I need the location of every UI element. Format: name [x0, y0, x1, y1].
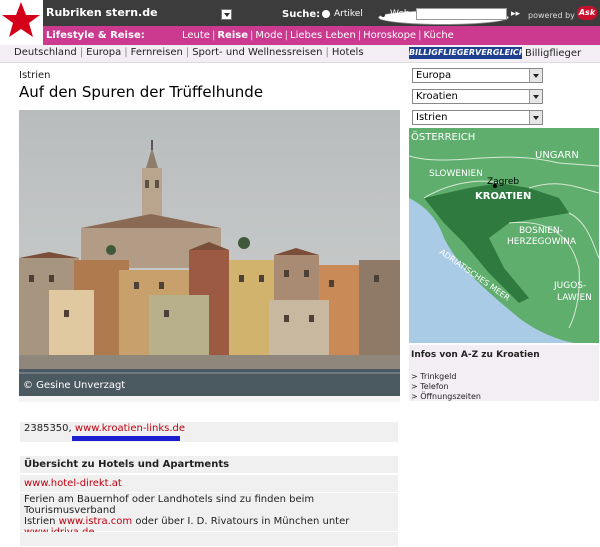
search-label: Suche: [282, 9, 321, 20]
section-nav-title: Lifestyle & Reise: [46, 30, 145, 41]
chevron-down-icon [529, 111, 542, 124]
stern-logo[interactable] [0, 0, 43, 42]
link-highlight-bar [72, 436, 180, 441]
istra-link[interactable]: www.istra.com [59, 516, 132, 527]
hotel-direkt-row: www.hotel-direkt.at [20, 475, 398, 492]
search-go-button[interactable]: ▸▸ [511, 9, 520, 19]
hotel-direkt-link[interactable]: www.hotel-direkt.at [24, 478, 122, 489]
nav-item-mode[interactable]: Mode [255, 30, 282, 41]
subnav-item-europa[interactable]: Europa [86, 47, 121, 58]
search-option-artikel-radio[interactable] [322, 10, 330, 18]
search-option-artikel-label: Artikel [334, 9, 363, 19]
photo-caption-strip [19, 396, 400, 402]
country-select[interactable]: Kroatien [412, 89, 543, 104]
article-title: Auf den Spuren der Trüffelhunde [19, 83, 264, 101]
ferien-text-part1: Ferien am Bauernhof oder Landhotels sind… [24, 494, 315, 516]
ferien-text-istrien: Istrien [24, 516, 56, 527]
nav-item-horoskope[interactable]: Horoskope [363, 30, 416, 41]
map-label-kroatien: KROATIEN [475, 191, 531, 202]
map-label-zagreb: Zagreb [487, 177, 519, 187]
area-select-value: Istrien [416, 112, 448, 123]
region-select[interactable]: Europa [412, 68, 543, 83]
info-link-oeffnungszeiten[interactable]: > Öffnungszeiten [411, 392, 481, 402]
map-label-ungarn: UNGARN [535, 150, 579, 161]
search-option-web-label: Web [390, 9, 410, 19]
map-label-jugoslawien-line2: LAWIEN [557, 293, 592, 303]
nav-item-leute[interactable]: Leute [182, 30, 210, 41]
ferien-paragraph: Ferien am Bauernhof oder Landhotels sind… [20, 493, 398, 538]
phone-prefix: 2385350, [24, 423, 72, 434]
section-nav: Lifestyle & Reise: Leute | Reise | Mode | Lieb… [43, 26, 600, 45]
rubriken-label: Rubriken stern.de [46, 6, 158, 19]
billigflieger-logo[interactable]: BILLIGFLIEGERVERGLEICH [409, 47, 526, 59]
country-select-value: Kroatien [416, 91, 458, 102]
powered-by-label: powered by [528, 11, 575, 20]
photo-credit: © Gesine Unverzagt [23, 380, 126, 391]
article-photo: © Gesine Unverzagt [19, 110, 400, 396]
info-box-kroatien: Infos von A-Z zu Kroatien > Trinkgeld > … [409, 345, 599, 401]
area-select[interactable]: Istrien [412, 110, 543, 125]
subnav-item-hotels[interactable]: Hotels [332, 47, 364, 58]
nav-item-reise[interactable]: Reise [217, 30, 248, 41]
ferien-text-part2: oder über I. D. Rivatours in München unt… [135, 516, 350, 527]
search-input[interactable] [416, 8, 507, 20]
nav-item-liebes-leben[interactable]: Liebes Leben [290, 30, 356, 41]
region-select-value: Europa [416, 70, 452, 81]
map-label-slowenien: SLOWENIEN [429, 169, 483, 179]
chevron-down-icon [529, 90, 542, 103]
info-box-title: Infos von A-Z zu Kroatien [411, 350, 540, 360]
map-label-bosnien-line1: BOSNIEN- [519, 226, 563, 236]
ask-logo[interactable]: Ask [577, 6, 597, 20]
croatia-map[interactable]: ÖSTERREICH UNGARN SLOWENIEN Zagreb KROAT… [409, 128, 599, 343]
info-link-telefon[interactable]: > Telefon [411, 382, 481, 392]
map-label-bosnien-line2: HERZEGOWINA [507, 237, 577, 247]
rubriken-dropdown-button[interactable] [221, 9, 232, 20]
subnav-item-sport-wellness[interactable]: Sport- und Wellnessreisen [192, 47, 322, 58]
nav-item-kueche[interactable]: Küche [423, 30, 453, 41]
hotels-heading: Übersicht zu Hotels und Apartments [20, 456, 398, 473]
subnav-item-deutschland[interactable]: Deutschland [14, 47, 77, 58]
kroatien-links-link[interactable]: www.kroatien-links.de [75, 423, 185, 434]
billigflieger-link[interactable]: Billigflieger [525, 48, 581, 59]
info-link-trinkgeld[interactable]: > Trinkgeld [411, 372, 481, 382]
article-kicker: Istrien [19, 70, 51, 81]
map-label-jugoslawien-line1: JUGOS- [553, 281, 586, 291]
chevron-down-icon [529, 69, 542, 82]
bottom-row [20, 532, 398, 546]
map-label-oesterreich: ÖSTERREICH [411, 130, 475, 143]
subnav-item-fernreisen[interactable]: Fernreisen [131, 47, 183, 58]
